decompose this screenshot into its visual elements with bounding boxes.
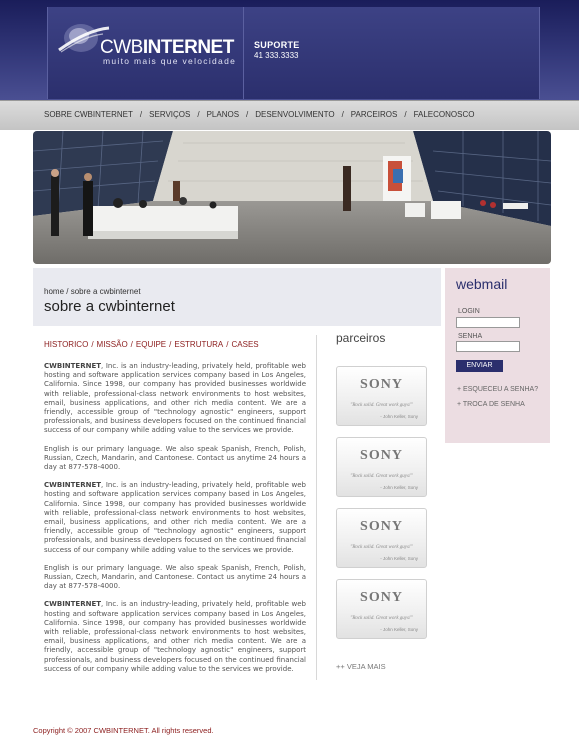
paragraph-text: , Inc. is an industry-leading, privately…	[44, 600, 306, 673]
logo-brand-bold: INTERNET	[142, 37, 235, 58]
subnav-item-historico[interactable]: HISTORICO	[44, 340, 88, 349]
content-body: CWBINTERNET, Inc. is an industry-leading…	[44, 362, 306, 683]
company-name: CWBINTERNET	[44, 481, 102, 490]
support-phone: 41 333.3333	[254, 51, 299, 60]
partner-card[interactable]: SONY "Rock solid. Great work guys!" - Jo…	[336, 579, 427, 639]
partner-brand: SONY	[360, 590, 403, 605]
page-title: sobre a cwbinternet	[44, 298, 175, 315]
content-paragraph: CWBINTERNET, Inc. is an industry-leading…	[44, 362, 306, 436]
header-divider	[243, 7, 244, 99]
breadcrumb-current: sobre a cwbinternet	[70, 287, 141, 296]
paragraph-text: , Inc. is an industry-leading, privately…	[44, 481, 306, 554]
partner-quote: "Rock solid. Great work guys!"	[350, 474, 413, 479]
nav-item-desenvolvimento[interactable]: DESENVOLVIMENTO	[255, 110, 334, 119]
subnav-item-missao[interactable]: MISSÃO	[97, 340, 128, 349]
breadcrumb: home / sobre a cwbinternet	[44, 287, 141, 296]
logo-tagline: muito mais que velocidade	[103, 56, 237, 66]
login-input[interactable]	[456, 317, 520, 328]
see-more-link[interactable]: ++ VEJA MAIS	[336, 662, 386, 671]
partner-card[interactable]: SONY "Rock solid. Great work guys!" - Jo…	[336, 437, 427, 497]
content-paragraph: CWBINTERNET, Inc. is an industry-leading…	[44, 481, 306, 555]
footer-copyright: Copyright © 2007 CWBINTERNET. All rights…	[33, 726, 214, 735]
content-subnav: HISTORICO / MISSÃO / EQUIPE / ESTRUTURA / CASES	[44, 340, 259, 349]
nav-item-sobre[interactable]: SOBRE CWBINTERNET	[44, 110, 133, 119]
partner-brand: SONY	[360, 377, 403, 392]
column-divider	[316, 335, 317, 680]
partner-brand: SONY	[360, 448, 403, 463]
content-paragraph: English is our primary language. We also…	[44, 444, 306, 472]
partner-quote: "Rock solid. Great work guys!"	[350, 403, 413, 408]
paragraph-text: , Inc. is an industry-leading, privately…	[44, 362, 306, 435]
subnav-separator: /	[130, 340, 133, 349]
hero-gallery-image	[33, 131, 551, 264]
nav-separator: /	[404, 110, 407, 119]
breadcrumb-separator: /	[66, 287, 69, 296]
webmail-title: webmail	[456, 276, 508, 292]
site-header: CWBINTERNET muito mais que velocidade SU…	[0, 0, 579, 100]
nav-separator: /	[341, 110, 344, 119]
partner-author: - John Keller, Sony	[380, 485, 418, 490]
subnav-separator: /	[169, 340, 172, 349]
company-name: CWBINTERNET	[44, 600, 102, 609]
subnav-item-equipe[interactable]: EQUIPE	[136, 340, 166, 349]
partner-card[interactable]: SONY "Rock solid. Great work guys!" - Jo…	[336, 366, 427, 426]
password-input[interactable]	[456, 341, 520, 352]
nav-separator: /	[197, 110, 200, 119]
partner-quote: "Rock solid. Great work guys!"	[350, 545, 413, 550]
logo-brand-light: CWB	[100, 37, 143, 58]
partner-quote: "Rock solid. Great work guys!"	[350, 616, 413, 621]
forgot-password-link[interactable]: + ESQUECEU A SENHA?	[457, 386, 538, 393]
nav-item-servicos[interactable]: SERVIÇOS	[149, 110, 190, 119]
subnav-item-cases[interactable]: CASES	[232, 340, 259, 349]
main-nav: SOBRE CWBINTERNET / SERVIÇOS / PLANOS / DESENV…	[0, 100, 579, 130]
partner-brand: SONY	[360, 519, 403, 534]
subnav-item-estrutura[interactable]: ESTRUTURA	[174, 340, 223, 349]
partner-author: - John Keller, Sony	[380, 627, 418, 632]
company-name: CWBINTERNET	[44, 362, 102, 370]
nav-item-parceiros[interactable]: PARCEIROS	[351, 110, 398, 119]
webmail-panel: webmail LOGIN SENHA ENVIAR + ESQUECEU A …	[445, 268, 550, 443]
support-title: SUPORTE	[254, 40, 300, 50]
nav-separator: /	[139, 110, 143, 119]
content-paragraph: English is our primary language. We also…	[44, 563, 306, 591]
nav-separator: /	[246, 110, 249, 119]
nav-item-faleconosco[interactable]: FALECONOSCO	[414, 110, 475, 119]
partner-author: - John Keller, Sony	[380, 556, 418, 561]
breadcrumb-home[interactable]: home	[44, 287, 64, 296]
subnav-separator: /	[226, 340, 229, 349]
page-header-box: home / sobre a cwbinternet sobre a cwbin…	[33, 268, 441, 326]
login-label: LOGIN	[458, 308, 480, 315]
support-block: SUPORTE 41 333.3333	[254, 40, 300, 60]
content-paragraph: CWBINTERNET, Inc. is an industry-leading…	[44, 600, 306, 674]
partner-card[interactable]: SONY "Rock solid. Great work guys!" - Jo…	[336, 508, 427, 568]
password-label: SENHA	[458, 333, 483, 340]
partner-author: - John Keller, Sony	[380, 414, 418, 419]
change-password-link[interactable]: + TROCA DE SENHA	[457, 401, 525, 408]
submit-button[interactable]: ENVIAR	[456, 360, 503, 372]
subnav-separator: /	[91, 340, 94, 349]
partners-title: parceiros	[336, 331, 386, 345]
nav-item-planos[interactable]: PLANOS	[207, 110, 239, 119]
